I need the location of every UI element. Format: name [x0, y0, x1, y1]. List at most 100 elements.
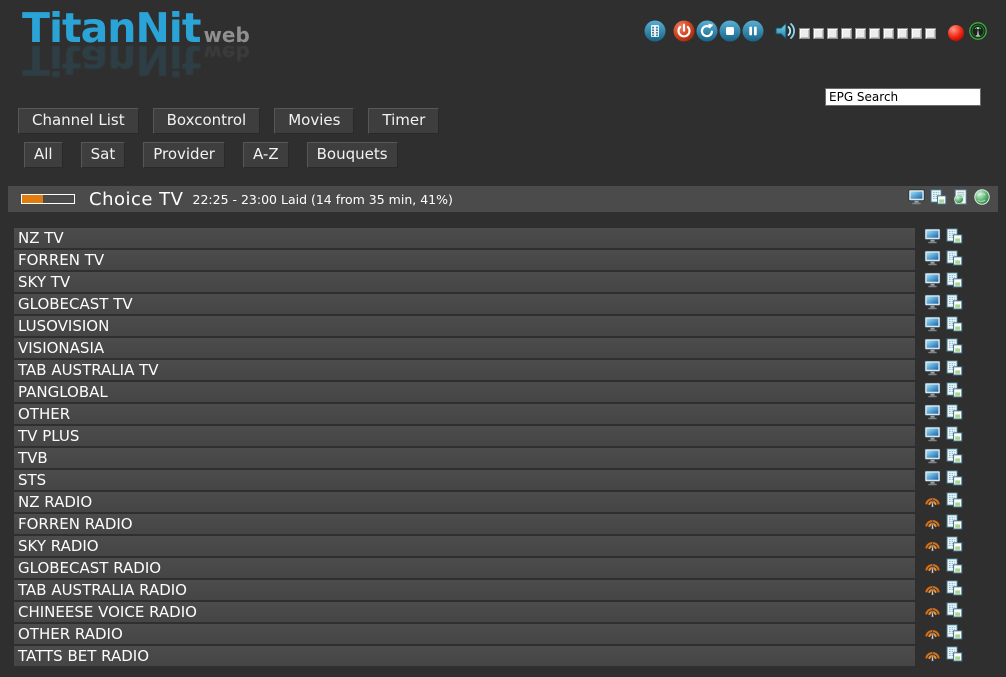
channel-row-actions	[924, 294, 963, 314]
volume-segment[interactable]	[813, 28, 824, 39]
tv-icon[interactable]	[924, 338, 941, 358]
channel-name[interactable]: TVB	[14, 448, 915, 468]
nav-button-channel-list[interactable]: Channel List	[18, 108, 139, 134]
channel-name[interactable]: SKY RADIO	[14, 536, 915, 556]
tv-icon[interactable]	[924, 228, 941, 248]
epg-search-input[interactable]	[825, 88, 981, 106]
filter-button-bouquets[interactable]: Bouquets	[307, 142, 398, 168]
tv-icon[interactable]	[924, 470, 941, 490]
channel-epg-icon[interactable]	[946, 470, 963, 490]
channel-name[interactable]: NZ RADIO	[14, 492, 915, 512]
volume-segment[interactable]	[869, 28, 880, 39]
channel-name[interactable]: LUSOVISION	[14, 316, 915, 336]
tv-icon[interactable]	[924, 316, 941, 336]
nav-button-timer[interactable]: Timer	[368, 108, 439, 134]
radio-icon[interactable]	[924, 536, 941, 556]
channel-name[interactable]: VISIONASIA	[14, 338, 915, 358]
tv-icon[interactable]	[924, 382, 941, 402]
radio-icon[interactable]	[924, 580, 941, 600]
channel-name[interactable]: TAB AUSTRALIA TV	[14, 360, 915, 380]
channel-row: SKY RADIO	[14, 536, 966, 556]
channel-name[interactable]: FORREN RADIO	[14, 514, 915, 534]
channel-name[interactable]: PANGLOBAL	[14, 382, 915, 402]
channel-epg-icon[interactable]	[946, 492, 963, 512]
power-icon[interactable]	[673, 20, 695, 46]
channel-epg-icon[interactable]	[946, 514, 963, 534]
channel-name[interactable]: TV PLUS	[14, 426, 915, 446]
nav-button-boxcontrol[interactable]: Boxcontrol	[153, 108, 261, 134]
channel-epg-icon[interactable]	[946, 294, 963, 314]
volume-segment[interactable]	[841, 28, 852, 39]
radio-icon[interactable]	[924, 514, 941, 534]
channel-name[interactable]: GLOBECAST TV	[14, 294, 915, 314]
channel-name[interactable]: TAB AUSTRALIA RADIO	[14, 580, 915, 600]
channel-epg-icon[interactable]	[946, 624, 963, 644]
monitor-icon[interactable]	[908, 189, 925, 209]
restart-icon[interactable]	[696, 20, 718, 46]
channel-epg-icon[interactable]	[946, 404, 963, 424]
channel-epg-icon[interactable]	[946, 360, 963, 380]
tv-icon[interactable]	[924, 360, 941, 380]
channel-epg-icon[interactable]	[946, 316, 963, 336]
channel-epg-icon[interactable]	[946, 536, 963, 556]
channel-name[interactable]: NZ TV	[14, 228, 915, 248]
channel-epg-icon[interactable]	[946, 602, 963, 622]
volume-segment[interactable]	[911, 28, 922, 39]
tv-icon[interactable]	[924, 272, 941, 292]
radio-icon[interactable]	[924, 646, 941, 666]
record-indicator[interactable]	[948, 25, 964, 41]
tv-icon[interactable]	[924, 448, 941, 468]
channel-row: TAB AUSTRALIA RADIO	[14, 580, 966, 600]
channel-epg-icon[interactable]	[946, 228, 963, 248]
radio-icon[interactable]	[924, 492, 941, 512]
channel-epg-icon[interactable]	[946, 272, 963, 292]
tv-icon[interactable]	[924, 404, 941, 424]
speaker-icon[interactable]	[773, 20, 797, 46]
pause-icon[interactable]	[742, 20, 764, 46]
channel-epg-icon[interactable]	[946, 558, 963, 578]
remote-keypad-icon[interactable]	[644, 20, 666, 46]
channel-row-actions	[924, 492, 963, 512]
radio-icon[interactable]	[924, 624, 941, 644]
nav-button-movies[interactable]: Movies	[274, 108, 354, 134]
channel-epg-icon[interactable]	[946, 382, 963, 402]
signal-icon[interactable]	[969, 22, 987, 44]
volume-segment[interactable]	[925, 28, 936, 39]
volume-segment[interactable]	[897, 28, 908, 39]
volume-segment[interactable]	[883, 28, 894, 39]
channel-epg-icon[interactable]	[946, 580, 963, 600]
channel-epg-icon[interactable]	[946, 250, 963, 270]
volume-segment[interactable]	[855, 28, 866, 39]
stop-icon[interactable]	[719, 20, 741, 46]
volume-segment[interactable]	[799, 28, 810, 39]
channel-epg-icon[interactable]	[946, 426, 963, 446]
channel-name[interactable]: OTHER RADIO	[14, 624, 915, 644]
top-control-bar	[644, 21, 987, 45]
channel-epg-icon[interactable]	[946, 448, 963, 468]
filter-button-provider[interactable]: Provider	[143, 142, 225, 168]
tv-icon[interactable]	[924, 426, 941, 446]
channel-name[interactable]: FORREN TV	[14, 250, 915, 270]
channel-name[interactable]: SKY TV	[14, 272, 915, 292]
radio-icon[interactable]	[924, 602, 941, 622]
channel-name[interactable]: GLOBECAST RADIO	[14, 558, 915, 578]
channel-epg-icon[interactable]	[930, 189, 947, 209]
globe-icon[interactable]	[974, 189, 990, 209]
channel-name[interactable]: CHINEESE VOICE RADIO	[14, 602, 915, 622]
tv-icon[interactable]	[924, 250, 941, 270]
channel-name[interactable]: STS	[14, 470, 915, 490]
filter-button-a-z[interactable]: A-Z	[243, 142, 289, 168]
channel-row-actions	[924, 426, 963, 446]
tv-icon[interactable]	[924, 294, 941, 314]
volume-segment[interactable]	[827, 28, 838, 39]
channel-row-actions	[924, 448, 963, 468]
channel-row-actions	[924, 316, 963, 336]
channel-epg-icon[interactable]	[946, 338, 963, 358]
filter-button-all[interactable]: All	[24, 142, 63, 168]
channel-epg-icon[interactable]	[946, 646, 963, 666]
radio-icon[interactable]	[924, 558, 941, 578]
channel-name[interactable]: OTHER	[14, 404, 915, 424]
filter-button-sat[interactable]: Sat	[81, 142, 126, 168]
channel-name[interactable]: TATTS BET RADIO	[14, 646, 915, 666]
multi-epg-icon[interactable]	[952, 189, 969, 209]
